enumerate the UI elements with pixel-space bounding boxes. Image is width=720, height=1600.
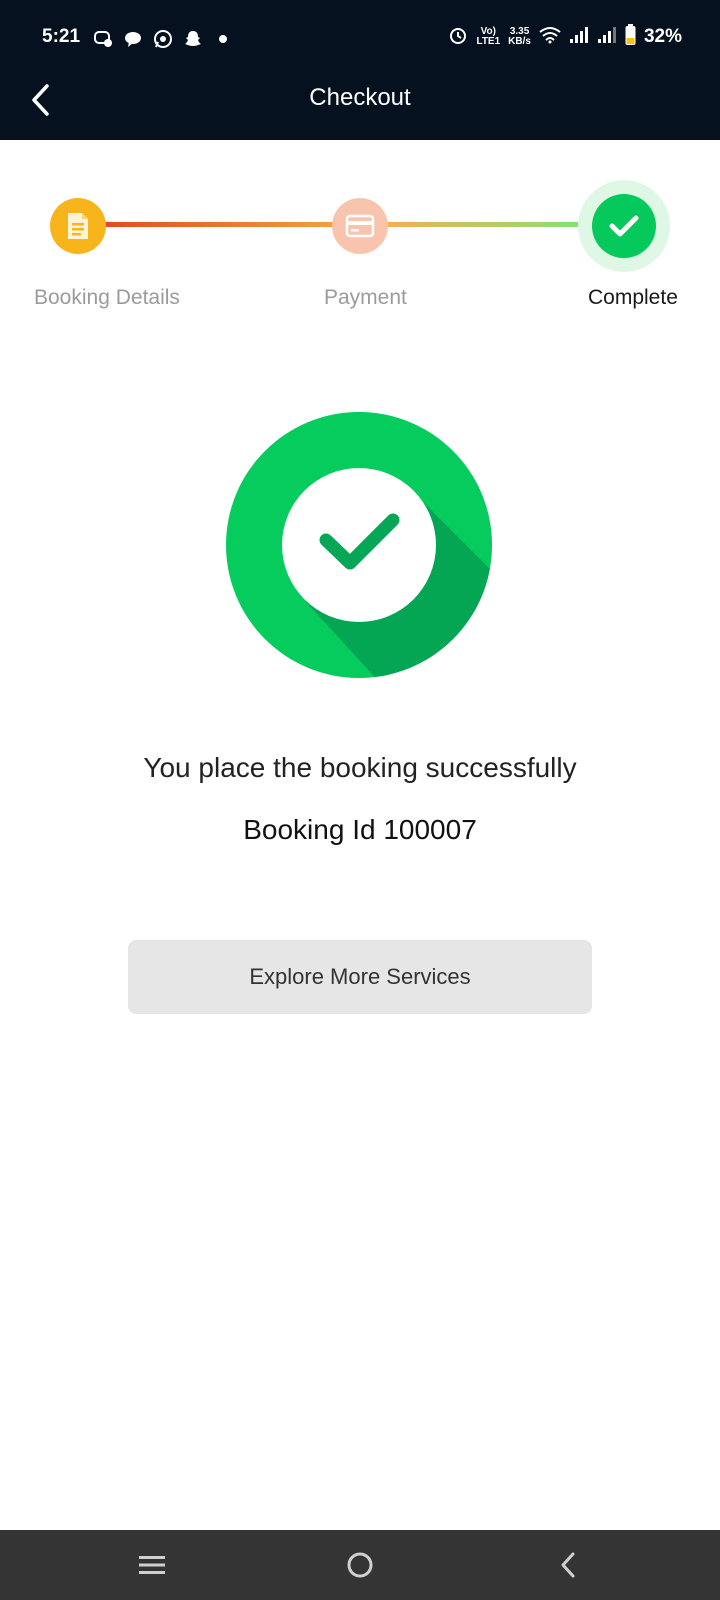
wifi-icon xyxy=(539,26,561,47)
signal-icon-1 xyxy=(569,26,589,47)
check-icon xyxy=(609,215,639,237)
step-connector-1 xyxy=(100,222,340,227)
alarm-icon xyxy=(448,25,468,48)
dot-icon xyxy=(212,28,234,50)
notification-icons xyxy=(92,28,234,50)
system-back-button[interactable] xyxy=(528,1530,608,1600)
step-connector-2 xyxy=(382,222,592,227)
menu-icon xyxy=(139,1556,165,1574)
card-icon xyxy=(345,214,375,238)
whatsapp-icon xyxy=(152,28,174,50)
document-icon xyxy=(68,213,88,239)
step-payment xyxy=(332,198,388,254)
network-label-bottom: LTE1 xyxy=(476,35,501,47)
page-title: Checkout xyxy=(309,84,411,111)
chat-bubble-icon xyxy=(122,28,144,50)
status-time: 5:21 xyxy=(42,26,81,47)
status-bar: 5:21 Vo) LTE1 3.35 KB/s 32% xyxy=(0,0,720,78)
booking-id: Booking Id 100007 xyxy=(243,814,477,845)
step-label-complete: Complete xyxy=(588,286,678,309)
messenger-icon xyxy=(92,28,114,50)
snapchat-icon xyxy=(182,28,204,50)
checkout-stepper: Booking Details Payment Complete xyxy=(0,140,720,340)
app-header: 5:21 Vo) LTE1 3.35 KB/s 32% Checkout xyxy=(0,0,720,140)
system-nav-bar xyxy=(0,1530,720,1600)
battery-percent: 32% xyxy=(643,25,682,47)
signal-icon-2 xyxy=(597,26,617,47)
status-indicators: Vo) LTE1 3.35 KB/s 32% xyxy=(448,24,682,49)
explore-more-services-button[interactable]: Explore More Services xyxy=(128,940,592,1014)
step-complete xyxy=(592,194,656,258)
step-label-booking-details: Booking Details xyxy=(34,286,180,309)
step-label-payment: Payment xyxy=(324,286,407,309)
success-message: You place the booking successfully xyxy=(143,752,577,783)
home-button[interactable] xyxy=(320,1530,400,1600)
recent-apps-button[interactable] xyxy=(112,1530,192,1600)
network-type: Vo) LTE1 xyxy=(476,26,501,47)
speed-unit: KB/s xyxy=(508,35,531,47)
success-check-icon xyxy=(226,412,492,678)
home-icon xyxy=(347,1552,373,1578)
step-booking-details xyxy=(50,198,106,254)
network-speed: 3.35 KB/s xyxy=(508,26,531,47)
back-icon xyxy=(561,1552,575,1578)
battery-icon xyxy=(625,24,636,49)
